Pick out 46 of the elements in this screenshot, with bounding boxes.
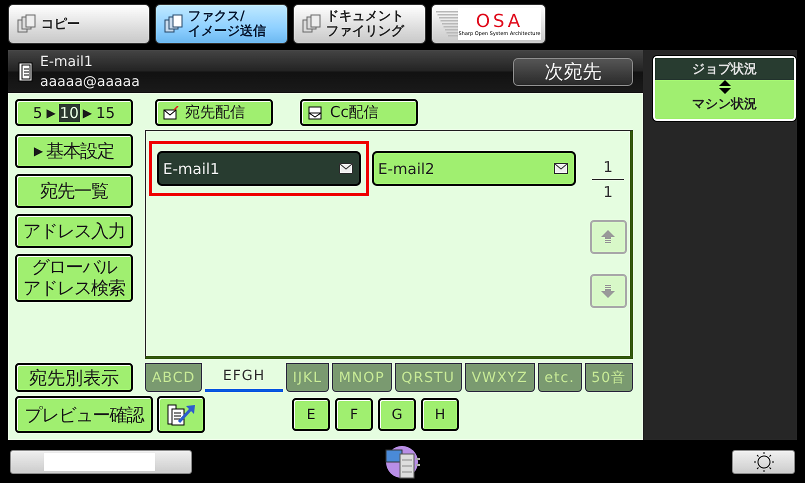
destination-address: aaaaa@aaaaa xyxy=(40,72,141,92)
delivery-button[interactable]: 宛先配信 xyxy=(155,99,273,126)
brightness-button[interactable] xyxy=(732,450,795,474)
address-book-icon xyxy=(18,60,34,82)
documents-icon xyxy=(164,14,184,34)
documents-icon xyxy=(302,14,322,34)
destination-entry[interactable]: E-mail1 xyxy=(157,151,361,186)
stripes-icon xyxy=(436,11,458,37)
letter-button[interactable]: F xyxy=(335,398,373,431)
range-option[interactable]: 10 xyxy=(58,104,80,122)
arrow-up-icon xyxy=(600,229,616,245)
view-by-destination-button[interactable]: 宛先別表示 xyxy=(15,363,133,392)
destination-name: E-mail1 xyxy=(40,52,94,72)
range-selector[interactable]: 5 ▶ 10 ▶ 15 xyxy=(15,99,133,126)
letter-button[interactable]: E xyxy=(292,398,330,431)
range-option[interactable]: 15 xyxy=(95,104,116,122)
preview-button[interactable]: プレビュー確認 xyxy=(15,396,153,433)
letter-button[interactable]: H xyxy=(421,398,459,431)
mode-tab[interactable]: ドキュメント ファイリング xyxy=(293,4,426,44)
next-destination-button[interactable]: 次宛先 xyxy=(513,58,633,86)
arrow-down-icon xyxy=(600,283,616,299)
range-option[interactable]: 5 xyxy=(32,104,44,122)
envelope-icon xyxy=(308,106,324,120)
nav-button[interactable]: アドレス入力 xyxy=(15,214,133,248)
total-pages: 1 xyxy=(603,183,613,201)
envelope-icon xyxy=(554,163,568,174)
letter-button[interactable]: G xyxy=(378,398,416,431)
current-page: 1 xyxy=(603,158,613,176)
logo-text: OSA xyxy=(476,12,524,30)
nav-button[interactable]: 宛先一覧 xyxy=(15,174,133,208)
range-separator: ▶ xyxy=(82,106,92,120)
sun-icon xyxy=(752,450,774,472)
nav-button[interactable]: ▶ 基本設定 xyxy=(15,134,133,168)
index-tab[interactable]: EFGH xyxy=(205,363,283,392)
range-separator: ▶ xyxy=(46,106,56,120)
destination-entry[interactable]: E-mail2 xyxy=(372,151,576,186)
mode-tab[interactable]: コピー xyxy=(8,4,150,44)
document-arrow-icon xyxy=(165,402,197,428)
export-button[interactable] xyxy=(157,396,205,433)
delivery-button[interactable]: Cc配信 xyxy=(300,99,418,126)
documents-icon xyxy=(17,14,37,34)
mode-tab[interactable]: ファクス/ イメージ送信 xyxy=(155,4,288,44)
envelope-icon xyxy=(163,106,179,120)
envelope-icon xyxy=(339,163,353,174)
nav-button[interactable]: グローバル アドレス検索 xyxy=(15,254,133,302)
job-status-button[interactable]: ジョブ状況 マシン状況 xyxy=(653,56,796,121)
